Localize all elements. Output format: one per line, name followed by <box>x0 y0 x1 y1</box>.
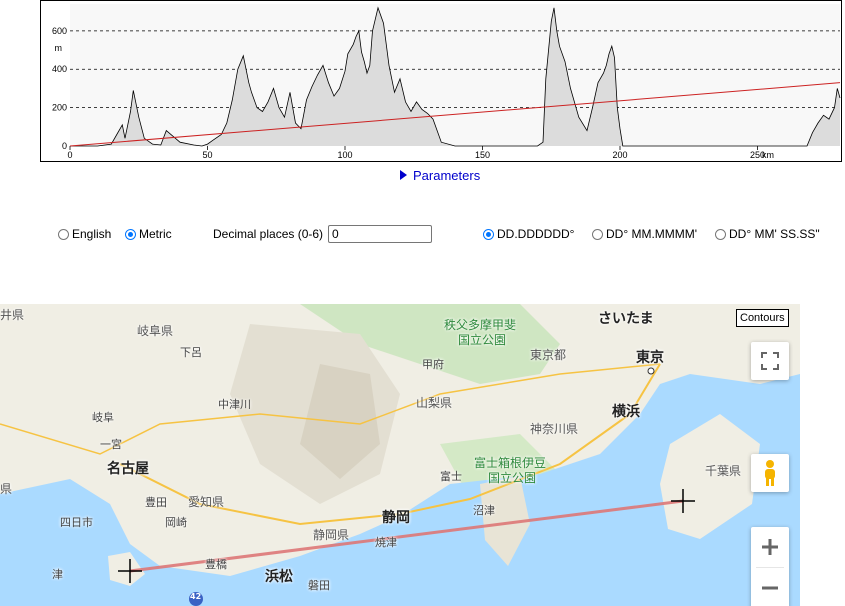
metric-radio[interactable] <box>125 228 136 240</box>
ddm-radio[interactable] <box>592 228 603 240</box>
map-label-tokyo: 東京 <box>636 350 664 366</box>
format-dd-option[interactable]: DD.DDDDDD° <box>483 224 574 244</box>
y-tick-label: 400 <box>52 64 67 74</box>
map-label-park-2: 国立公園 <box>488 471 537 485</box>
map-label-shizuoka: 静岡 <box>382 510 410 526</box>
x-tick-label: 200 <box>612 150 627 160</box>
dd-radio[interactable] <box>483 228 494 240</box>
map-label-gifu: 岐阜 <box>92 411 114 424</box>
elevation-profile-chart: m 6004002000 0 50 100 150 200 250 km <box>40 0 842 162</box>
map-label-route: 42 <box>190 592 202 601</box>
map-label-yaizu: 焼津 <box>375 536 397 549</box>
map-label-gifu-pref: 岐阜県 <box>137 324 174 338</box>
map-label-yokkaichi: 四日市 <box>60 516 93 529</box>
fullscreen-icon <box>761 352 779 370</box>
map-label-mie: 県 <box>0 482 13 496</box>
decimal-places-group: Decimal places (0-6) <box>213 224 433 244</box>
zoom-out-button[interactable] <box>751 568 789 606</box>
map-label-okazaki: 岡崎 <box>165 516 187 529</box>
metric-label: Metric <box>139 227 172 241</box>
map-label-nakatsugawa: 中津川 <box>218 398 251 411</box>
map-label-tokyo-to: 東京都 <box>530 348 567 362</box>
tokyo-point <box>647 367 655 375</box>
options-row: English Metric Decimal places (0-6) DD.D… <box>0 224 845 244</box>
x-tick-label: 50 <box>202 150 212 160</box>
decimal-places-input[interactable] <box>328 225 433 243</box>
minus-icon <box>762 586 778 590</box>
expand-triangle-icon <box>400 170 407 180</box>
x-tick-label: 150 <box>475 150 490 160</box>
map-label-saitama: さいたま <box>598 311 654 327</box>
format-dms-option[interactable]: DD° MM' SS.SS" <box>715 224 820 244</box>
zoom-in-button[interactable] <box>751 527 789 567</box>
map-label-nagoya: 名古屋 <box>107 461 149 477</box>
map-label-numazu: 沼津 <box>473 504 495 517</box>
format-ddm-option[interactable]: DD° MM.MMMM' <box>592 224 697 244</box>
parameters-toggle[interactable]: Parameters <box>400 166 480 184</box>
map-label-yokohama: 横浜 <box>612 404 640 420</box>
plus-icon <box>762 539 778 555</box>
map-label-shizuoka-pref: 静岡県 <box>313 528 350 542</box>
x-unit-label: km <box>762 150 774 160</box>
y-tick-label: 200 <box>52 103 67 113</box>
dd-label: DD.DDDDDD° <box>497 227 575 241</box>
map-label-yamanashi: 山梨県 <box>416 396 453 410</box>
unit-english-option[interactable]: English <box>58 224 111 244</box>
contours-button[interactable]: Contours <box>736 309 789 327</box>
english-radio[interactable] <box>58 228 69 240</box>
x-tick-label: 0 <box>67 150 72 160</box>
y-unit-label: m <box>55 43 63 53</box>
map-label-iwata: 磐田 <box>308 579 330 592</box>
parameters-label: Parameters <box>413 167 481 183</box>
map-label-toyota: 豊田 <box>145 496 167 509</box>
map-label-kanagawa: 神奈川県 <box>530 422 579 436</box>
ddm-label: DD° MM.MMMM' <box>606 227 698 241</box>
map-label-kofu: 甲府 <box>422 358 444 371</box>
map-label-toyohashi: 豊橋 <box>205 558 227 571</box>
plot-area <box>70 4 840 146</box>
map[interactable]: 井県 岐阜県 下呂 秩父多摩甲斐 国立公園 さいたま 東京都 東京 甲府 中津川… <box>0 304 800 606</box>
map-label-park: 国立公園 <box>458 333 507 347</box>
y-tick-label: 0 <box>62 141 67 151</box>
map-label-hamamatsu: 浜松 <box>265 569 293 585</box>
pegman-icon <box>765 460 775 486</box>
map-label-fuji: 富士 <box>440 470 462 483</box>
decimal-places-label: Decimal places (0-6) <box>213 227 324 241</box>
zoom-controls <box>751 527 789 606</box>
unit-metric-option[interactable]: Metric <box>125 224 172 244</box>
street-view-pegman[interactable] <box>751 454 789 492</box>
map-label-gero: 下呂 <box>180 346 202 359</box>
fullscreen-button[interactable] <box>751 342 789 380</box>
map-label-aichi: 愛知県 <box>188 495 225 509</box>
dms-label: DD° MM' SS.SS" <box>729 227 820 241</box>
english-label: English <box>72 227 112 241</box>
map-terrain <box>0 304 800 606</box>
dms-radio[interactable] <box>715 228 726 240</box>
map-label-ichinomiya: 一宮 <box>100 438 122 451</box>
y-tick-label: 600 <box>52 26 67 36</box>
map-label-fukui: 井県 <box>0 308 25 322</box>
x-tick-label: 100 <box>337 150 352 160</box>
map-label-chiba: 千葉県 <box>705 464 742 478</box>
map-label-tsu: 津 <box>52 568 63 581</box>
